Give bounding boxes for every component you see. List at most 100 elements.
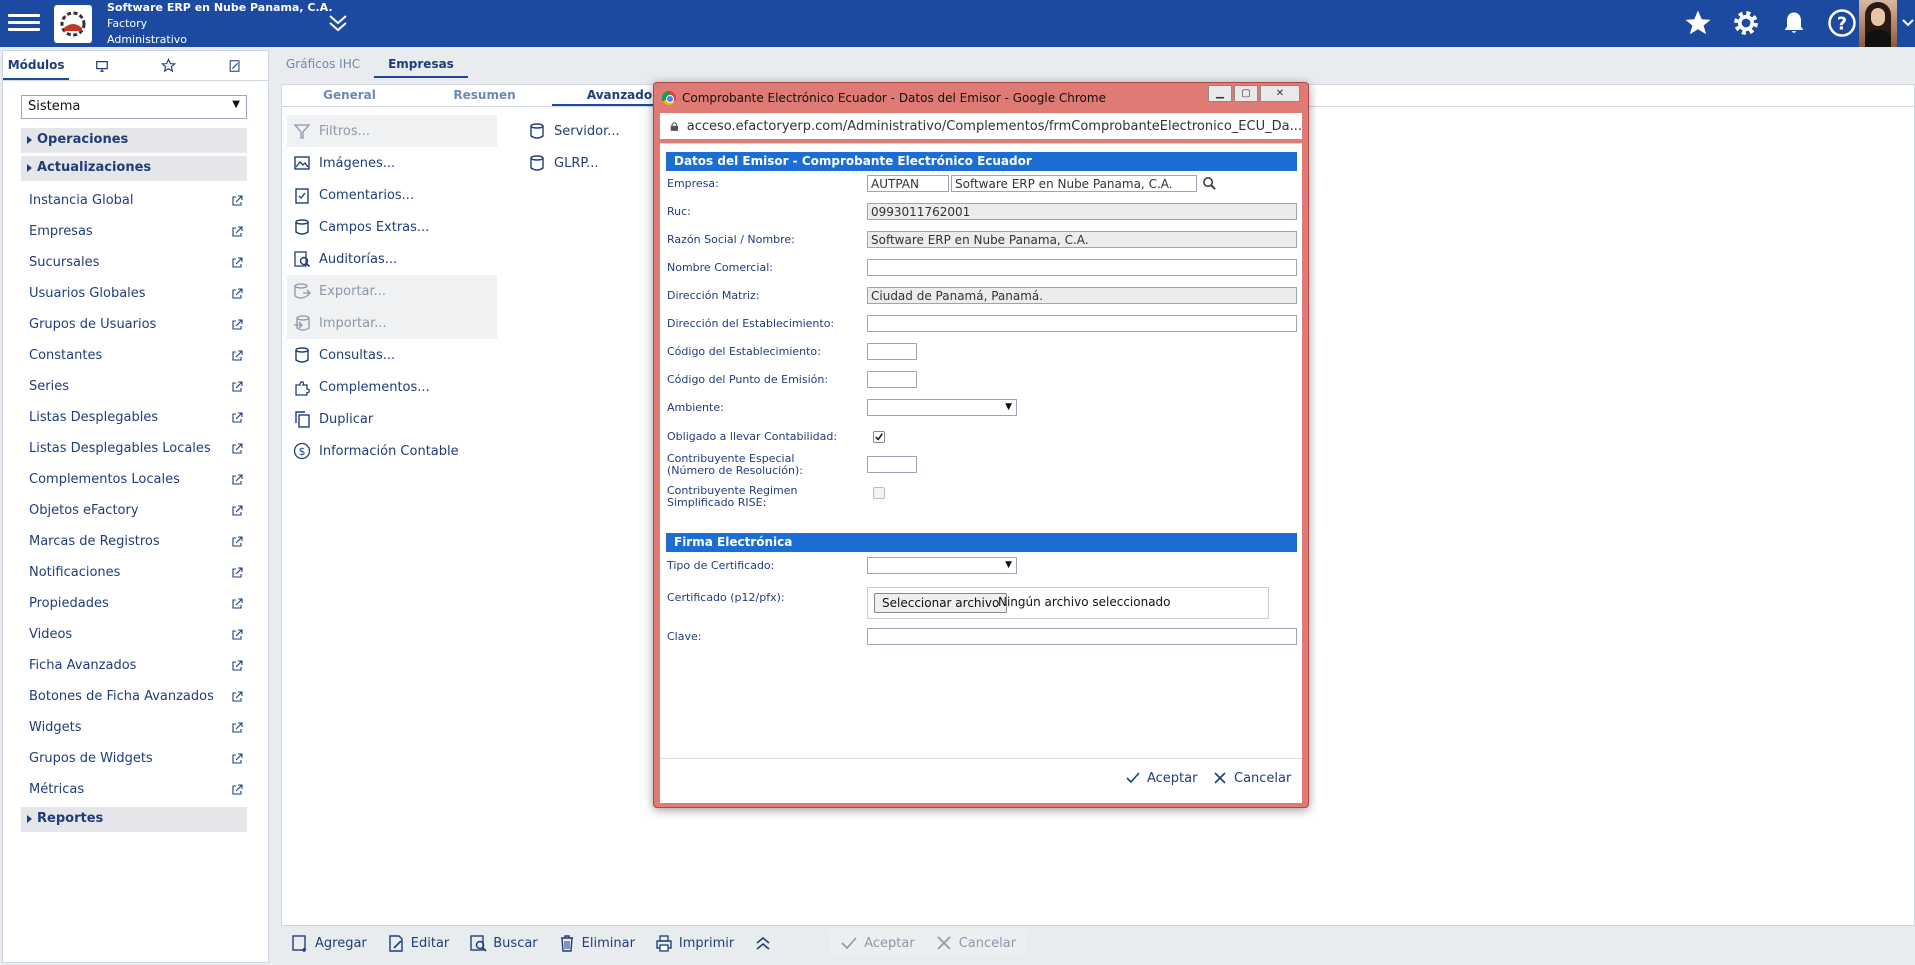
- group-reportes[interactable]: Reportes: [21, 807, 247, 832]
- sidebar-item[interactable]: Grupos de Widgets: [21, 743, 247, 774]
- search-icon[interactable]: [1202, 176, 1217, 191]
- aceptar-button[interactable]: Aceptar: [830, 929, 925, 957]
- buscar-button[interactable]: Buscar: [459, 929, 547, 957]
- cancel-button[interactable]: Cancelar: [1212, 770, 1291, 786]
- external-link-icon[interactable]: [231, 721, 243, 734]
- external-link-icon[interactable]: [231, 659, 243, 672]
- empresa-name-input[interactable]: Software ERP en Nube Panama, C.A.: [951, 175, 1197, 192]
- sidebar-item[interactable]: Widgets: [21, 712, 247, 743]
- codigo-punto-emision-input[interactable]: [867, 371, 917, 388]
- external-link-icon[interactable]: [231, 473, 243, 486]
- action-item[interactable]: Duplicar: [287, 403, 497, 435]
- obligado-contabilidad-checkbox[interactable]: [873, 431, 885, 443]
- address-bar[interactable]: acceso.efactoryerp.com/Administrativo/Co…: [660, 113, 1302, 139]
- action-item[interactable]: Importar...: [287, 307, 497, 339]
- sidebar-item[interactable]: Botones de Ficha Avanzados: [21, 681, 247, 712]
- external-link-icon[interactable]: [231, 411, 243, 424]
- external-link-icon[interactable]: [231, 318, 243, 331]
- group-operaciones[interactable]: Operaciones: [21, 128, 247, 153]
- external-link-icon[interactable]: [231, 783, 243, 796]
- action-item[interactable]: Exportar...: [287, 275, 497, 307]
- sidebar-item[interactable]: Objetos eFactory: [21, 495, 247, 526]
- action-item[interactable]: Comentarios...: [287, 179, 497, 211]
- close-icon[interactable]: ✕: [1260, 85, 1300, 102]
- action-item[interactable]: Auditorías...: [287, 243, 497, 275]
- double-chevron-down-icon[interactable]: [326, 12, 350, 34]
- agregar-button[interactable]: Agregar: [281, 929, 377, 957]
- sidebar-item[interactable]: Instancia Global: [21, 185, 247, 216]
- star-icon[interactable]: [1681, 6, 1715, 40]
- tab-resumen[interactable]: Resumen: [417, 85, 552, 106]
- tipo-certificado-select[interactable]: ▼: [867, 557, 1017, 574]
- editar-button[interactable]: Editar: [377, 929, 460, 957]
- collapse-toolbar-button[interactable]: [744, 929, 782, 957]
- sidebar-item[interactable]: Complementos Locales: [21, 464, 247, 495]
- group-actualizaciones[interactable]: Actualizaciones: [21, 156, 247, 181]
- nombre-comercial-input[interactable]: [867, 259, 1297, 276]
- razon-social-input[interactable]: Software ERP en Nube Panama, C.A.: [867, 231, 1297, 248]
- accept-button[interactable]: Aceptar: [1125, 770, 1197, 786]
- tab-graficos-ihc[interactable]: Gráficos IHC: [272, 50, 374, 78]
- action-item[interactable]: Consultas...: [287, 339, 497, 371]
- sidebar-item[interactable]: Listas Desplegables Locales: [21, 433, 247, 464]
- external-link-icon[interactable]: [231, 566, 243, 579]
- action-item[interactable]: Imágenes...: [287, 147, 497, 179]
- menu-icon[interactable]: [8, 10, 40, 36]
- external-link-icon[interactable]: [231, 628, 243, 641]
- action-item[interactable]: GLRP...: [522, 147, 642, 179]
- tab-empresas[interactable]: Empresas: [374, 50, 468, 78]
- external-link-icon[interactable]: [231, 504, 243, 517]
- external-link-icon[interactable]: [231, 225, 243, 238]
- external-link-icon[interactable]: [231, 349, 243, 362]
- cancelar-button[interactable]: Cancelar: [924, 929, 1027, 957]
- external-link-icon[interactable]: [231, 752, 243, 765]
- chevron-down-icon[interactable]: [1901, 14, 1915, 34]
- gear-icon[interactable]: [1729, 6, 1763, 40]
- sidebar-item[interactable]: Usuarios Globales: [21, 278, 247, 309]
- contribuyente-especial-input[interactable]: [867, 456, 917, 473]
- tab-modulos[interactable]: Módulos: [3, 51, 70, 80]
- sidebar-item[interactable]: Grupos de Usuarios: [21, 309, 247, 340]
- direccion-establecimiento-input[interactable]: [867, 315, 1297, 332]
- eliminar-button[interactable]: Eliminar: [548, 929, 645, 957]
- help-icon[interactable]: ?: [1825, 6, 1859, 40]
- action-item[interactable]: $ Información Contable: [287, 435, 497, 467]
- monitor-icon[interactable]: [69, 51, 135, 80]
- external-link-icon[interactable]: [231, 597, 243, 610]
- clave-input[interactable]: [867, 628, 1297, 645]
- sidebar-item[interactable]: Constantes: [21, 340, 247, 371]
- module-select[interactable]: Sistema ▼: [21, 95, 247, 119]
- sidebar-item[interactable]: Videos: [21, 619, 247, 650]
- sidebar-item[interactable]: Sucursales: [21, 247, 247, 278]
- sidebar-item[interactable]: Propiedades: [21, 588, 247, 619]
- star-icon[interactable]: [136, 51, 202, 80]
- direccion-matriz-input[interactable]: Ciudad de Panamá, Panamá.: [867, 287, 1297, 304]
- bell-icon[interactable]: [1777, 6, 1811, 40]
- sidebar-item[interactable]: Series: [21, 371, 247, 402]
- external-link-icon[interactable]: [231, 256, 243, 269]
- sidebar-item[interactable]: Ficha Avanzados: [21, 650, 247, 681]
- maximize-icon[interactable]: ▢: [1234, 85, 1258, 102]
- sidebar-item[interactable]: Marcas de Registros: [21, 526, 247, 557]
- external-link-icon[interactable]: [231, 690, 243, 703]
- external-link-icon[interactable]: [231, 380, 243, 393]
- external-link-icon[interactable]: [231, 287, 243, 300]
- ambiente-select[interactable]: ▼: [867, 399, 1017, 416]
- external-link-icon[interactable]: [231, 442, 243, 455]
- sidebar-item[interactable]: Listas Desplegables: [21, 402, 247, 433]
- avatar[interactable]: [1859, 0, 1897, 47]
- external-link-icon[interactable]: [231, 535, 243, 548]
- external-link-icon[interactable]: [231, 194, 243, 207]
- tab-general[interactable]: General: [282, 85, 417, 106]
- sidebar-item[interactable]: Notificaciones: [21, 557, 247, 588]
- sidebar-item[interactable]: Empresas: [21, 216, 247, 247]
- select-file-button[interactable]: Seleccionar archivo: [874, 593, 1008, 613]
- imprimir-button[interactable]: Imprimir: [645, 929, 744, 957]
- sidebar-item[interactable]: Métricas: [21, 774, 247, 805]
- action-item[interactable]: Complementos...: [287, 371, 497, 403]
- action-item[interactable]: Campos Extras...: [287, 211, 497, 243]
- minimize-icon[interactable]: ▁: [1208, 85, 1232, 102]
- empresa-code-input[interactable]: AUTPAN: [867, 175, 949, 192]
- action-item[interactable]: Servidor...: [522, 115, 642, 147]
- edit-icon[interactable]: [202, 51, 268, 80]
